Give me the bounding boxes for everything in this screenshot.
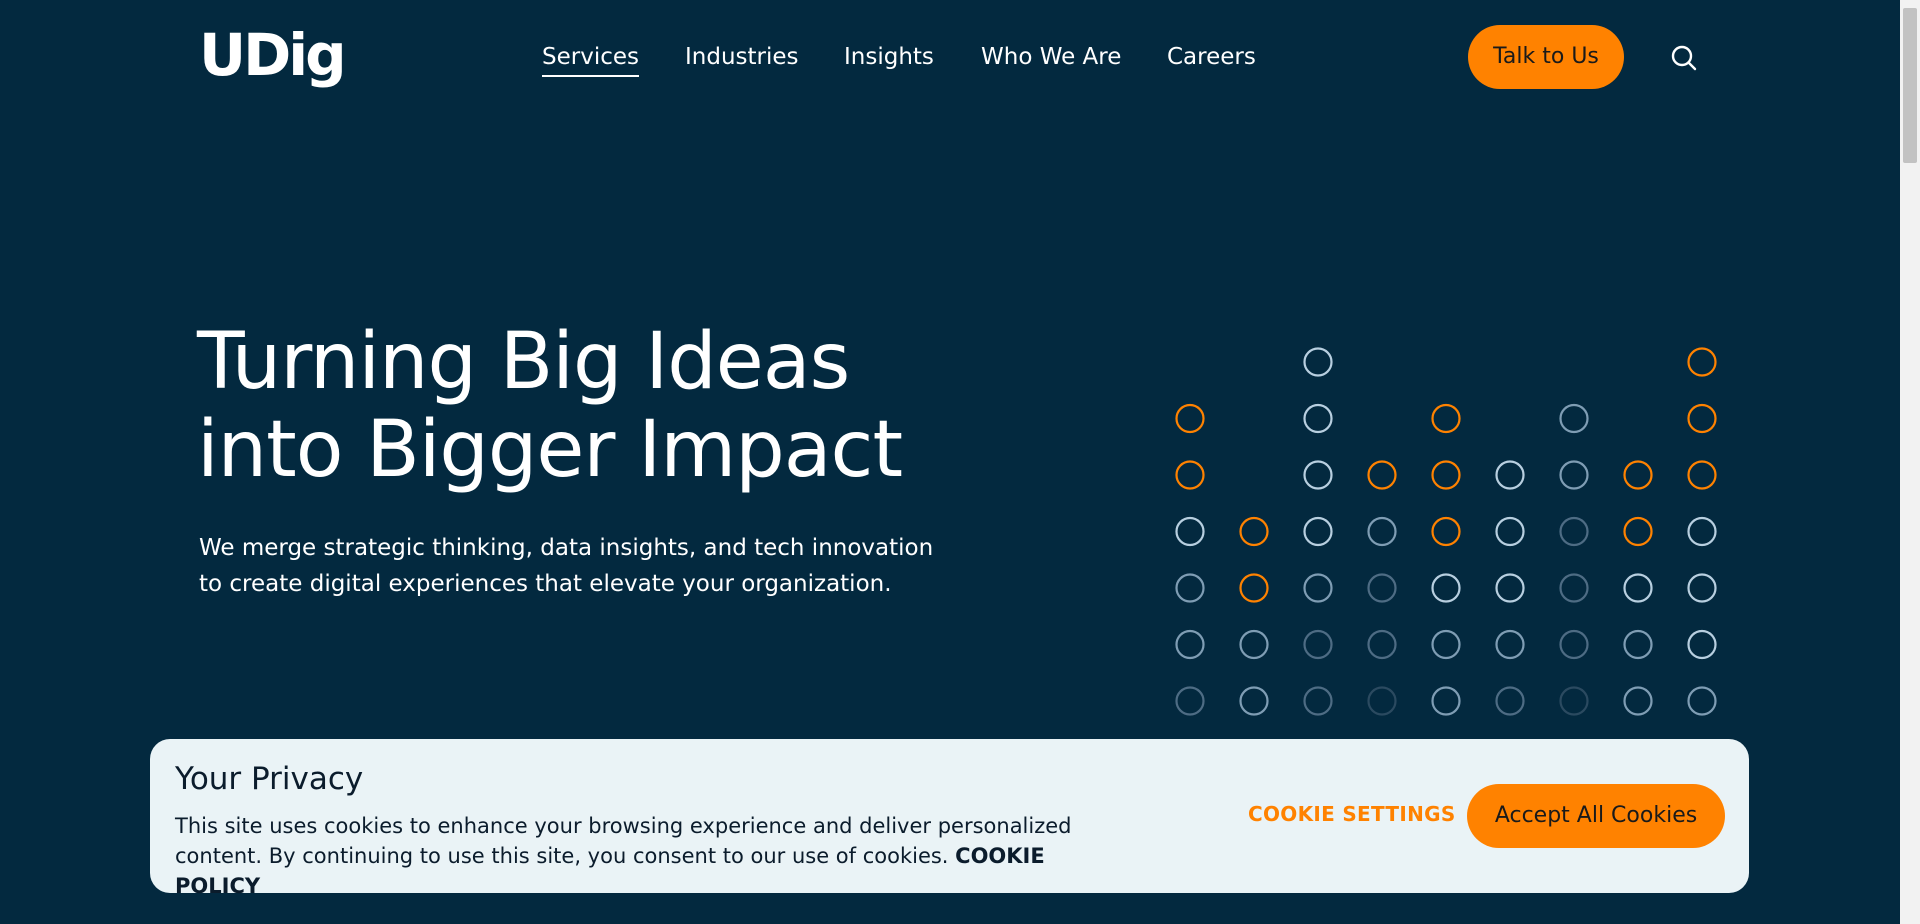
- nav-industries[interactable]: Industries: [685, 40, 799, 74]
- grid-dot: [1687, 516, 1717, 547]
- cookie-banner: Your Privacy This site uses cookies to e…: [150, 739, 1749, 898]
- hero-title-line-2: into Bigger Impact: [197, 405, 903, 495]
- grid-dot: [1303, 347, 1333, 377]
- hero-subtitle-line-2: to create digital experiences that eleva…: [199, 571, 892, 597]
- grid-dot: [1239, 686, 1269, 716]
- grid-dot: [1495, 460, 1525, 490]
- decorative-dot-grid: [1175, 347, 1717, 716]
- grid-dot: [1687, 460, 1717, 490]
- grid-dot: [1175, 629, 1205, 660]
- grid-dot: [1687, 629, 1717, 660]
- grid-dot: [1495, 573, 1525, 603]
- grid-dot: [1303, 403, 1333, 434]
- grid-dot: [1303, 686, 1333, 716]
- grid-dot: [1431, 629, 1461, 660]
- grid-dot: [1303, 460, 1333, 490]
- grid-dot: [1239, 573, 1269, 603]
- accept-all-cookies-button[interactable]: Accept All Cookies: [1467, 784, 1725, 848]
- cookie-text-line-1: This site uses cookies to enhance your b…: [175, 814, 1072, 838]
- grid-dot: [1687, 347, 1717, 377]
- grid-dot: [1559, 686, 1589, 716]
- grid-dot: [1559, 460, 1589, 490]
- grid-dot: [1175, 516, 1205, 547]
- grid-dot: [1431, 573, 1461, 603]
- nav-services[interactable]: Services: [542, 40, 639, 77]
- grid-dot: [1239, 516, 1269, 547]
- grid-dot: [1687, 573, 1717, 603]
- grid-dot: [1175, 403, 1205, 434]
- grid-dot: [1559, 403, 1589, 434]
- grid-dot: [1687, 686, 1717, 716]
- grid-dot: [1431, 403, 1461, 434]
- hero-subtitle: We merge strategic thinking, data insigh…: [199, 530, 959, 602]
- nav-careers[interactable]: Careers: [1167, 40, 1256, 74]
- hero-title: Turning Big Ideas into Bigger Impact: [197, 318, 1017, 494]
- grid-dot: [1367, 516, 1397, 547]
- grid-dot: [1623, 573, 1653, 603]
- grid-dot: [1495, 516, 1525, 547]
- cookie-settings-button[interactable]: COOKIE SETTINGS: [1248, 802, 1456, 826]
- grid-dot: [1431, 686, 1461, 716]
- grid-dot: [1623, 516, 1653, 547]
- cookie-banner-text: This site uses cookies to enhance your b…: [175, 811, 1095, 901]
- search-icon[interactable]: [1670, 44, 1698, 72]
- cookie-text-line-2: content. By continuing to use this site,…: [175, 844, 949, 868]
- grid-dot: [1367, 629, 1397, 660]
- scrollbar-thumb[interactable]: [1903, 8, 1917, 163]
- nav-who-we-are[interactable]: Who We Are: [981, 40, 1121, 74]
- grid-dot: [1559, 516, 1589, 547]
- hero-title-line-1: Turning Big Ideas: [197, 317, 850, 407]
- grid-dot: [1623, 460, 1653, 490]
- udig-logo[interactable]: UDig: [199, 20, 347, 90]
- grid-dot: [1175, 686, 1205, 716]
- grid-dot: [1559, 629, 1589, 660]
- grid-dot: [1239, 629, 1269, 660]
- grid-dot: [1687, 403, 1717, 434]
- nav-insights[interactable]: Insights: [844, 40, 934, 74]
- grid-dot: [1495, 629, 1525, 660]
- grid-dot: [1175, 573, 1205, 603]
- grid-dot: [1303, 629, 1333, 660]
- grid-dot: [1303, 573, 1333, 603]
- grid-dot: [1367, 686, 1397, 716]
- page-scrollbar[interactable]: [1900, 0, 1920, 924]
- grid-dot: [1431, 516, 1461, 547]
- grid-dot: [1431, 460, 1461, 490]
- grid-dot: [1559, 573, 1589, 603]
- grid-dot: [1495, 686, 1525, 716]
- cookie-banner-title: Your Privacy: [175, 761, 364, 797]
- grid-dot: [1175, 460, 1205, 490]
- grid-dot: [1623, 629, 1653, 660]
- hero-subtitle-line-1: We merge strategic thinking, data insigh…: [199, 535, 934, 561]
- talk-to-us-button[interactable]: Talk to Us: [1468, 25, 1624, 89]
- grid-dot: [1623, 686, 1653, 716]
- grid-dot: [1367, 460, 1397, 490]
- grid-dot: [1367, 573, 1397, 603]
- grid-dot: [1303, 516, 1333, 547]
